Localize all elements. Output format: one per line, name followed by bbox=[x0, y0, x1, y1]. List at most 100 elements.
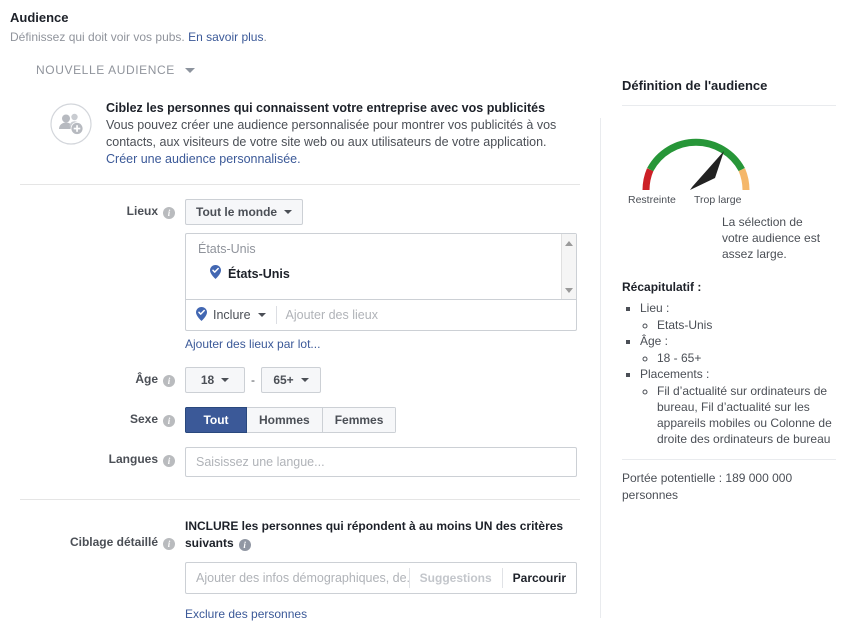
gauge-label-narrow: Restreinte bbox=[628, 194, 676, 206]
languages-label-group: Langues i bbox=[20, 447, 185, 467]
gender-option-all[interactable]: Tout bbox=[185, 407, 247, 433]
gender-label: Sexe bbox=[129, 412, 158, 426]
gender-option-men[interactable]: Hommes bbox=[247, 407, 323, 433]
location-item-label: États-Unis bbox=[228, 266, 290, 281]
audience-definition-title: Définition de l'audience bbox=[622, 78, 768, 93]
age-control: 18 - 65+ bbox=[185, 367, 580, 393]
location-list-item[interactable]: États-Unis bbox=[186, 256, 576, 282]
field-row-places: Lieux i Tout le monde États-Unis États-U… bbox=[0, 199, 600, 353]
chevron-down-icon bbox=[284, 210, 293, 214]
promo-text: Ciblez les personnes qui connaissent vot… bbox=[106, 100, 566, 168]
audience-settings-page: Audience Définissez qui doit voir vos pu… bbox=[0, 0, 858, 644]
exclude-people-link[interactable]: Exclure des personnes bbox=[185, 607, 307, 621]
learn-more-link[interactable]: En savoir plus bbox=[188, 30, 263, 44]
add-locations-input[interactable]: Ajouter des lieux bbox=[286, 308, 378, 322]
suggestions-button[interactable]: Suggestions bbox=[410, 571, 502, 585]
chevron-down-icon bbox=[257, 313, 266, 317]
detailed-targeting-input[interactable]: Ajouter des infos démographiques, de... bbox=[186, 571, 409, 585]
include-mode-dropdown[interactable]: Inclure bbox=[196, 306, 266, 324]
age-min-value: 18 bbox=[200, 373, 215, 387]
chevron-down-icon bbox=[221, 378, 230, 382]
field-row-gender: Sexe i Tout Hommes Femmes bbox=[0, 407, 600, 433]
chevron-down-icon bbox=[300, 378, 309, 382]
languages-placeholder: Saisissez une langue... bbox=[196, 455, 325, 469]
page-subtitle-text: Définissez qui doit voir vos pubs. bbox=[10, 30, 185, 44]
detailed-targeting-field[interactable]: Ajouter des infos démographiques, de... … bbox=[185, 562, 577, 594]
places-scope-label: Tout le monde bbox=[196, 205, 278, 219]
promo-body: Vous pouvez créer une audience personnal… bbox=[106, 118, 557, 149]
bulk-add-locations-link[interactable]: Ajouter des lieux par lot... bbox=[185, 337, 320, 351]
create-custom-audience-link[interactable]: Créer une audience personnalisée. bbox=[106, 152, 301, 166]
page-header: Audience Définissez qui doit voir vos pu… bbox=[0, 0, 858, 45]
summary-item-age: Âge : 18 - 65+ bbox=[640, 333, 836, 366]
age-label: Âge bbox=[135, 372, 158, 386]
summary-sublist: 18 - 65+ bbox=[640, 350, 836, 366]
subtitle-period: . bbox=[263, 30, 267, 44]
places-scope-button[interactable]: Tout le monde bbox=[185, 199, 304, 225]
gender-control: Tout Hommes Femmes bbox=[185, 407, 580, 433]
summary-title: Récapitulatif : bbox=[622, 280, 702, 294]
places-control: Tout le monde États-Unis États-Unis Incl… bbox=[185, 199, 580, 353]
promo-title: Ciblez les personnes qui connaissent vot… bbox=[106, 101, 546, 115]
languages-input[interactable]: Saisissez une langue... bbox=[185, 447, 577, 477]
section-divider-top bbox=[20, 184, 580, 185]
summary-sublist: Etats-Unis bbox=[640, 317, 836, 333]
info-icon-languages[interactable]: i bbox=[163, 455, 175, 467]
new-audience-label: NOUVELLE AUDIENCE bbox=[36, 63, 175, 77]
locations-separator bbox=[275, 306, 277, 324]
scroll-down-arrow-icon[interactable] bbox=[565, 288, 573, 293]
info-icon-detailed-targeting[interactable]: i bbox=[163, 538, 175, 550]
panel-divider bbox=[622, 105, 836, 106]
gender-option-women[interactable]: Femmes bbox=[322, 407, 397, 433]
location-pin-icon bbox=[196, 306, 207, 324]
summary-subitem: Etats-Unis bbox=[657, 317, 836, 333]
info-icon-age[interactable]: i bbox=[163, 375, 175, 387]
summary-item-location: Lieu : Etats-Unis bbox=[640, 300, 836, 333]
page-subtitle: Définissez qui doit voir vos pubs. En sa… bbox=[10, 29, 858, 45]
age-range-separator: - bbox=[251, 373, 255, 387]
column-divider bbox=[600, 118, 601, 618]
age-min-dropdown[interactable]: 18 bbox=[185, 367, 245, 393]
chevron-down-icon bbox=[184, 67, 195, 73]
locations-box: États-Unis États-Unis Inclure Ajouter de… bbox=[185, 233, 577, 331]
locations-list-scroll: États-Unis États-Unis bbox=[186, 234, 576, 300]
new-audience-dropdown[interactable]: NOUVELLE AUDIENCE bbox=[0, 56, 600, 84]
info-icon-places[interactable]: i bbox=[163, 207, 175, 219]
page-title: Audience bbox=[10, 10, 69, 25]
potential-reach: Portée potentielle : 189 000 000 personn… bbox=[622, 471, 793, 502]
section-divider-bottom bbox=[20, 499, 580, 500]
gender-segmented-control: Tout Hommes Femmes bbox=[185, 407, 397, 433]
content-columns: NOUVELLE AUDIENCE Ciblez les personnes q… bbox=[0, 56, 858, 623]
summary-item-label: Âge : bbox=[640, 334, 669, 348]
summary-list: Lieu : Etats-Unis Âge : 18 - 65+ Placeme… bbox=[622, 300, 836, 447]
languages-control: Saisissez une langue... bbox=[185, 447, 580, 477]
detailed-targeting-label: Ciblage détaillé bbox=[69, 535, 158, 549]
age-max-dropdown[interactable]: 65+ bbox=[261, 367, 321, 393]
detailed-targeting-control: INCLURE les personnes qui répondent à au… bbox=[185, 518, 580, 623]
gender-label-group: Sexe i bbox=[20, 407, 185, 427]
field-row-age: Âge i 18 - 65+ bbox=[0, 367, 600, 393]
locations-input-bar: Inclure Ajouter des lieux bbox=[186, 300, 576, 330]
gauge-label-broad: Trop large bbox=[694, 194, 742, 206]
scroll-up-arrow-icon[interactable] bbox=[565, 241, 573, 246]
info-icon-detailed-targeting-heading[interactable]: i bbox=[238, 539, 251, 551]
summary-subitem: Fil d’actualité sur ordinateurs de burea… bbox=[657, 383, 836, 447]
audience-form-column: NOUVELLE AUDIENCE Ciblez les personnes q… bbox=[0, 56, 601, 623]
location-pin-icon bbox=[210, 265, 221, 282]
summary-item-label: Lieu : bbox=[640, 301, 670, 315]
detailed-targeting-heading: INCLURE les personnes qui répondent à au… bbox=[185, 518, 565, 552]
info-icon-gender[interactable]: i bbox=[163, 415, 175, 427]
age-max-value: 65+ bbox=[273, 373, 294, 387]
audience-gauge bbox=[628, 120, 842, 194]
gauge-note: La sélection de votre audience est assez… bbox=[722, 215, 821, 261]
browse-button[interactable]: Parcourir bbox=[503, 571, 576, 585]
summary-subitem: 18 - 65+ bbox=[657, 350, 836, 366]
locations-list-title: États-Unis bbox=[198, 242, 256, 256]
locations-scrollbar[interactable] bbox=[561, 234, 576, 299]
age-label-group: Âge i bbox=[20, 367, 185, 387]
field-row-detailed-targeting: Ciblage détaillé i INCLURE les personnes … bbox=[0, 518, 600, 623]
detailed-targeting-label-group: Ciblage détaillé i bbox=[20, 518, 185, 550]
reach-divider bbox=[622, 459, 836, 460]
places-label: Lieux bbox=[126, 204, 158, 218]
places-label-group: Lieux i bbox=[20, 199, 185, 219]
